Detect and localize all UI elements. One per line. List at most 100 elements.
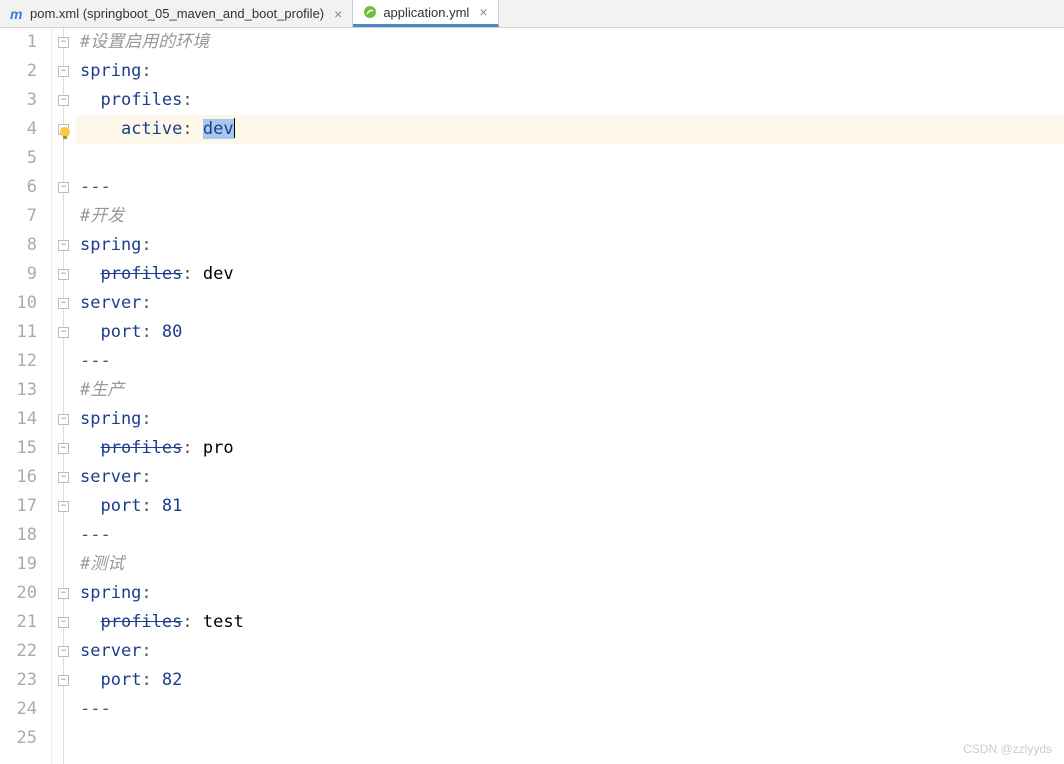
- fold-toggle-icon[interactable]: −: [58, 646, 69, 657]
- line-number: 8: [0, 231, 37, 260]
- editor-area: 1234567891011121314151617181920212223242…: [0, 28, 1064, 764]
- code-token: #测试: [80, 554, 124, 574]
- code-token: [80, 496, 100, 516]
- svg-text:m: m: [10, 7, 22, 21]
- code-token: :: [141, 467, 151, 487]
- line-number: 15: [0, 434, 37, 463]
- code-token: [80, 612, 100, 632]
- line-number: 10: [0, 289, 37, 318]
- code-line[interactable]: profiles: dev: [76, 260, 1064, 289]
- fold-toggle-icon[interactable]: −: [58, 182, 69, 193]
- code-line[interactable]: port: 81: [76, 492, 1064, 521]
- fold-toggle-icon[interactable]: −: [58, 269, 69, 280]
- fold-toggle-icon[interactable]: −: [58, 37, 69, 48]
- code-line[interactable]: server:: [76, 463, 1064, 492]
- code-line[interactable]: spring:: [76, 231, 1064, 260]
- code-token: :: [141, 496, 161, 516]
- line-number: 14: [0, 405, 37, 434]
- fold-toggle-icon[interactable]: −: [58, 240, 69, 251]
- line-number: 6: [0, 173, 37, 202]
- code-line[interactable]: ---: [76, 173, 1064, 202]
- code-token: active: [121, 119, 182, 139]
- code-line[interactable]: active: dev: [76, 115, 1064, 144]
- code-line[interactable]: #设置启用的环境: [76, 28, 1064, 57]
- fold-toggle-icon[interactable]: −: [58, 298, 69, 309]
- code-token: 80: [162, 322, 182, 342]
- code-token: profiles: [100, 612, 182, 632]
- fold-toggle-icon[interactable]: −: [58, 443, 69, 454]
- code-token: :: [141, 235, 151, 255]
- fold-toggle-icon[interactable]: −: [58, 472, 69, 483]
- code-token: :: [141, 409, 151, 429]
- code-line[interactable]: port: 80: [76, 318, 1064, 347]
- code-token: server: [80, 467, 141, 487]
- code-line[interactable]: server:: [76, 289, 1064, 318]
- close-icon[interactable]: ×: [479, 4, 487, 20]
- line-number: 12: [0, 347, 37, 376]
- code-token: port: [100, 670, 141, 690]
- watermark: CSDN @zzlyyds: [963, 742, 1052, 756]
- code-line[interactable]: profiles: test: [76, 608, 1064, 637]
- maven-icon: m: [10, 7, 24, 21]
- line-number: 19: [0, 550, 37, 579]
- code-line[interactable]: server:: [76, 637, 1064, 666]
- tab-pom-xml[interactable]: m pom.xml (springboot_05_maven_and_boot_…: [0, 0, 353, 27]
- code-token: :: [141, 583, 151, 603]
- fold-toggle-icon[interactable]: −: [58, 327, 69, 338]
- code-line[interactable]: profiles: pro: [76, 434, 1064, 463]
- fold-toggle-icon[interactable]: −: [58, 588, 69, 599]
- fold-toggle-icon[interactable]: −: [58, 501, 69, 512]
- code-token: spring: [80, 61, 141, 81]
- fold-toggle-icon[interactable]: −: [58, 66, 69, 77]
- fold-toggle-icon[interactable]: −: [58, 414, 69, 425]
- line-number: 1: [0, 28, 37, 57]
- code-token: profiles: [100, 264, 182, 284]
- code-token: :: [182, 438, 202, 458]
- code-line[interactable]: [76, 144, 1064, 173]
- code-token: ---: [80, 177, 111, 197]
- code-line[interactable]: profiles:: [76, 86, 1064, 115]
- code-line[interactable]: [76, 724, 1064, 753]
- code-token: ---: [80, 351, 111, 371]
- code-token: ---: [80, 699, 111, 719]
- code-token: :: [141, 322, 161, 342]
- code-line[interactable]: spring:: [76, 57, 1064, 86]
- code-token: :: [182, 119, 202, 139]
- code-line[interactable]: ---: [76, 521, 1064, 550]
- code-token: 81: [162, 496, 182, 516]
- close-icon[interactable]: ×: [334, 6, 342, 22]
- line-number: 3: [0, 86, 37, 115]
- code-token: dev: [203, 264, 234, 284]
- code-token: [80, 670, 100, 690]
- code-token: :: [182, 612, 202, 632]
- code-line[interactable]: spring:: [76, 405, 1064, 434]
- fold-toggle-icon[interactable]: −: [58, 95, 69, 106]
- spring-icon: [363, 5, 377, 19]
- line-number: 17: [0, 492, 37, 521]
- code-line[interactable]: #开发: [76, 202, 1064, 231]
- code-token: [80, 90, 100, 110]
- code-line[interactable]: ---: [76, 695, 1064, 724]
- code-line[interactable]: port: 82: [76, 666, 1064, 695]
- code-token: server: [80, 641, 141, 661]
- fold-toggle-icon[interactable]: −: [58, 675, 69, 686]
- code-token: server: [80, 293, 141, 313]
- line-number: 18: [0, 521, 37, 550]
- code-line[interactable]: #测试: [76, 550, 1064, 579]
- intention-bulb-icon[interactable]: [58, 121, 72, 135]
- code-content[interactable]: 默认环境 #设置启用的环境spring: profiles: active: d…: [76, 28, 1064, 764]
- code-token: [80, 119, 121, 139]
- line-number: 23: [0, 666, 37, 695]
- code-line[interactable]: #生产: [76, 376, 1064, 405]
- code-token: pro: [203, 438, 234, 458]
- fold-toggle-icon[interactable]: −: [58, 617, 69, 628]
- tab-application-yml[interactable]: application.yml ×: [353, 0, 498, 27]
- line-number: 22: [0, 637, 37, 666]
- code-token: port: [100, 496, 141, 516]
- code-token: spring: [80, 409, 141, 429]
- code-line[interactable]: ---: [76, 347, 1064, 376]
- code-line[interactable]: spring:: [76, 579, 1064, 608]
- tab-label: pom.xml (springboot_05_maven_and_boot_pr…: [30, 6, 324, 21]
- text-caret: [234, 118, 235, 138]
- line-number: 11: [0, 318, 37, 347]
